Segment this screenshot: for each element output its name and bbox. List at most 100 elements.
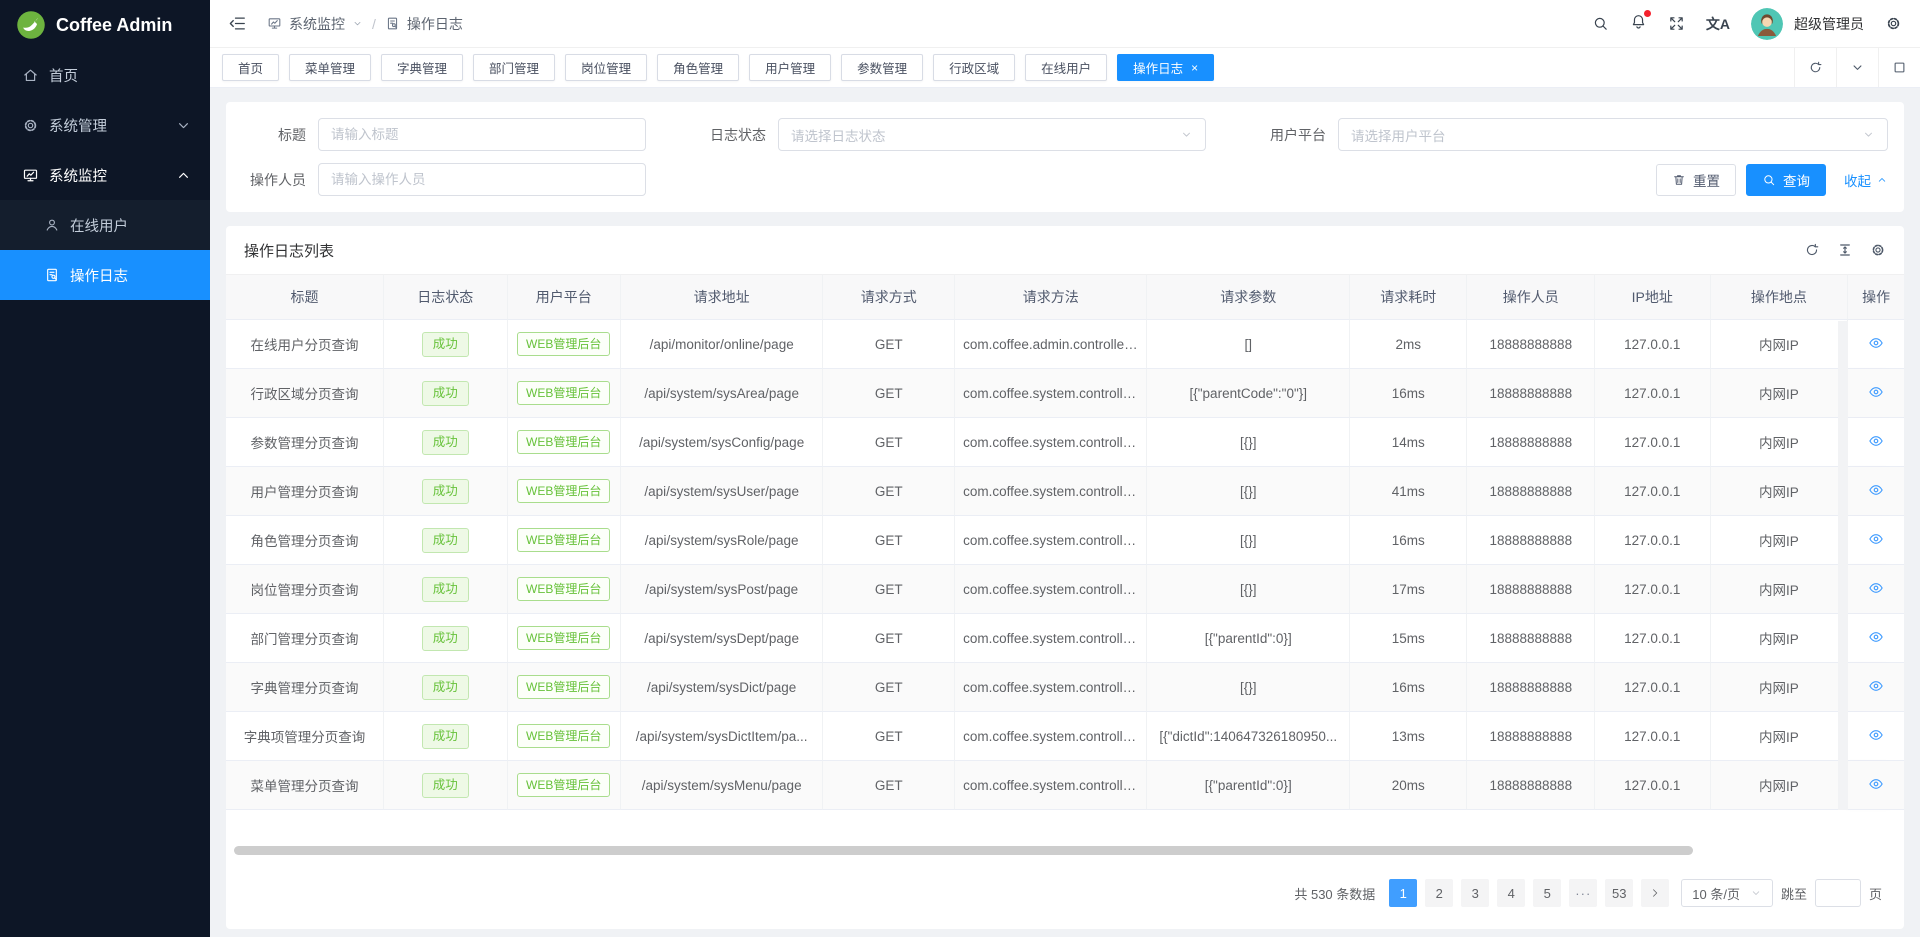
close-icon[interactable]: ×: [1191, 62, 1198, 74]
cell-time: 14ms: [1350, 418, 1467, 467]
cell-params: [{}]: [1147, 663, 1350, 712]
page-button-4[interactable]: 4: [1497, 879, 1525, 907]
view-icon[interactable]: [1868, 629, 1884, 645]
table-row: 岗位管理分页查询成功WEB管理后台/api/system/sysPost/pag…: [226, 565, 1904, 614]
view-icon[interactable]: [1868, 531, 1884, 547]
sidebar-item-system-monitor[interactable]: 系统监控: [0, 150, 210, 200]
view-icon[interactable]: [1868, 727, 1884, 743]
page-button-2[interactable]: 2: [1425, 879, 1453, 907]
cell-method: GET: [823, 761, 955, 810]
user-name[interactable]: 超级管理员: [1794, 14, 1864, 34]
sidebar-item-system-management[interactable]: 系统管理: [0, 100, 210, 150]
query-button[interactable]: 查询: [1746, 164, 1826, 196]
tab-0[interactable]: 首页: [222, 54, 279, 81]
chevron-up-icon: [1876, 174, 1888, 186]
cell-params: [{"parentId":0}]: [1147, 761, 1350, 810]
page-button-3[interactable]: 3: [1461, 879, 1489, 907]
table-row: 菜单管理分页查询成功WEB管理后台/api/system/sysMenu/pag…: [226, 761, 1904, 810]
cell-method: GET: [823, 663, 955, 712]
cell-ip: 127.0.0.1: [1595, 369, 1710, 418]
view-icon[interactable]: [1868, 384, 1884, 400]
topbar: 系统监控 / 操作日志 文A 超级管理员: [210, 0, 1920, 48]
search-icon[interactable]: [1592, 15, 1609, 32]
tab-5[interactable]: 角色管理: [657, 54, 739, 81]
view-icon[interactable]: [1868, 580, 1884, 596]
view-icon[interactable]: [1868, 482, 1884, 498]
sidebar-item-home[interactable]: 首页: [0, 50, 210, 100]
page-button-53[interactable]: 53: [1605, 879, 1633, 907]
log-status-select[interactable]: 请选择日志状态: [778, 118, 1206, 151]
jump-prefix: 跳至: [1781, 884, 1807, 903]
maximize-button[interactable]: [1878, 48, 1920, 87]
avatar[interactable]: [1751, 8, 1783, 40]
refresh-tab-button[interactable]: [1794, 48, 1836, 87]
tab-4[interactable]: 岗位管理: [565, 54, 647, 81]
collapse-link[interactable]: 收起: [1844, 170, 1888, 190]
page-button-1[interactable]: 1: [1389, 879, 1417, 907]
leaf-logo-icon: [16, 10, 46, 40]
breadcrumb-item-log[interactable]: 操作日志: [385, 14, 463, 34]
tab-7[interactable]: 参数管理: [841, 54, 923, 81]
tab-options-button[interactable]: [1836, 48, 1878, 87]
table-header-row: 标题日志状态用户平台请求地址请求方式请求方法请求参数请求耗时操作人员IP地址操作…: [226, 274, 1904, 320]
cell-title: 用户管理分页查询: [226, 467, 384, 516]
operator-input[interactable]: [318, 163, 646, 196]
tab-3[interactable]: 部门管理: [473, 54, 555, 81]
title-input[interactable]: [318, 118, 646, 151]
tab-label: 首页: [238, 58, 263, 77]
row-density-icon[interactable]: [1837, 242, 1853, 258]
cell-operator: 18888888888: [1467, 712, 1595, 761]
tab-8[interactable]: 行政区域: [933, 54, 1015, 81]
page-ellipsis[interactable]: ···: [1569, 879, 1597, 907]
cell-location: 内网IP: [1711, 369, 1849, 418]
user-platform-select[interactable]: 请选择用户平台: [1338, 118, 1888, 151]
col-location: 操作地点: [1711, 274, 1849, 320]
tab-6[interactable]: 用户管理: [749, 54, 831, 81]
settings-icon[interactable]: [1885, 15, 1902, 32]
pagination-total: 共 530 条数据: [1294, 884, 1375, 903]
view-icon[interactable]: [1868, 433, 1884, 449]
view-icon[interactable]: [1868, 335, 1884, 351]
tab-9[interactable]: 在线用户: [1025, 54, 1107, 81]
refresh-icon[interactable]: [1804, 242, 1820, 258]
next-page-button[interactable]: [1641, 879, 1669, 907]
tab-1[interactable]: 菜单管理: [289, 54, 371, 81]
table-row: 部门管理分页查询成功WEB管理后台/api/system/sysDept/pag…: [226, 614, 1904, 663]
sidebar-item-online-users[interactable]: 在线用户: [0, 200, 210, 250]
jump-page-input[interactable]: [1815, 879, 1861, 907]
cell-url: /api/system/sysUser/page: [621, 467, 824, 516]
table-row: 参数管理分页查询成功WEB管理后台/api/system/sysConfig/p…: [226, 418, 1904, 467]
platform-badge: WEB管理后台: [517, 626, 610, 650]
user-platform-label: 用户平台: [1246, 125, 1338, 145]
tab-10[interactable]: 操作日志×: [1117, 54, 1214, 81]
col-title: 标题: [226, 274, 384, 320]
page-button-5[interactable]: 5: [1533, 879, 1561, 907]
table-row: 角色管理分页查询成功WEB管理后台/api/system/sysRole/pag…: [226, 516, 1904, 565]
table-header-bar: 操作日志列表: [226, 226, 1904, 274]
menu-fold-icon[interactable]: [228, 14, 247, 33]
monitor-icon: [22, 167, 39, 184]
breadcrumb-item-monitor[interactable]: 系统监控: [267, 14, 363, 34]
status-badge: 成功: [422, 528, 469, 553]
cell-method: GET: [823, 369, 955, 418]
notifications-button[interactable]: [1630, 13, 1647, 35]
tab-2[interactable]: 字典管理: [381, 54, 463, 81]
horizontal-scrollbar-thumb[interactable]: [234, 846, 1693, 855]
view-icon[interactable]: [1868, 776, 1884, 792]
sidebar-item-label: 系统管理: [49, 115, 107, 136]
reset-button[interactable]: 重置: [1656, 164, 1736, 196]
filter-user-platform: 用户平台 请选择用户平台: [1246, 118, 1888, 151]
page-size-select[interactable]: 10 条/页: [1681, 879, 1773, 907]
cell-params: [{}]: [1147, 565, 1350, 614]
translate-icon[interactable]: 文A: [1706, 14, 1730, 34]
view-icon[interactable]: [1868, 678, 1884, 694]
table-row: 用户管理分页查询成功WEB管理后台/api/system/sysUser/pag…: [226, 467, 1904, 516]
tab-label: 角色管理: [673, 58, 723, 77]
fullscreen-icon[interactable]: [1668, 15, 1685, 32]
column-settings-icon[interactable]: [1870, 242, 1886, 258]
chevron-down-icon: [175, 117, 192, 134]
status-badge: 成功: [422, 479, 469, 504]
vertical-scrollbar[interactable]: [1838, 321, 1848, 810]
chevron-down-icon: [1750, 887, 1762, 899]
sidebar-item-operation-log[interactable]: 操作日志: [0, 250, 210, 300]
